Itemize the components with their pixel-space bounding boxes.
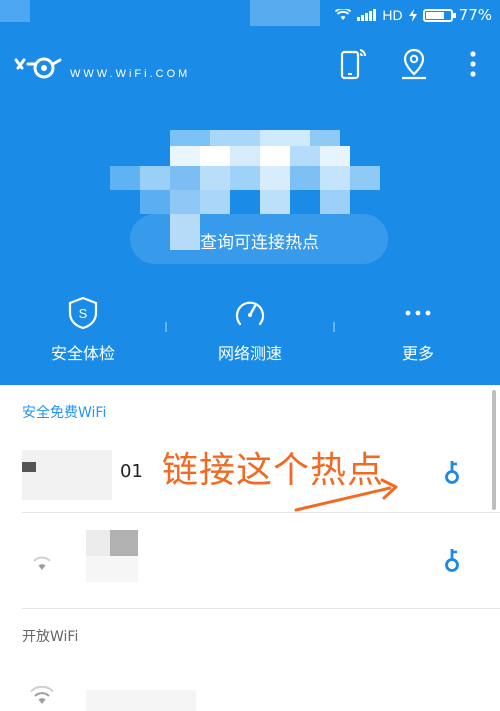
more-button[interactable]: 更多 <box>348 296 488 364</box>
feature-separator <box>333 322 335 332</box>
battery-icon <box>422 8 456 22</box>
open-wifi-section-title: 开放WiFi <box>22 629 79 645</box>
speedometer-icon <box>235 301 265 326</box>
blurred-ssid <box>110 530 138 556</box>
feature-label: 安全体检 <box>50 344 115 363</box>
app-bar: WWW.WiFi.COM <box>0 42 500 92</box>
status-bar: HD 77% <box>0 0 500 30</box>
scrollbar[interactable] <box>492 390 496 510</box>
blurred-ssid <box>22 450 112 500</box>
wifi-signal-fragment <box>22 462 36 472</box>
wifi-key-logo-icon <box>14 57 62 79</box>
more-horizontal-icon <box>405 310 431 316</box>
annotation-arrow-icon <box>294 478 398 512</box>
cell-signal-icon <box>357 9 377 21</box>
wifi-signal-icon <box>33 556 51 570</box>
status-blur <box>250 0 320 26</box>
network-type: HD <box>382 7 403 23</box>
app-domain: WWW.WiFi.COM <box>70 68 191 80</box>
list-divider <box>22 512 500 513</box>
key-icon[interactable] <box>442 459 462 485</box>
feature-separator <box>165 322 167 332</box>
wifi-ssid-fragment: 01 <box>120 461 143 482</box>
battery-percent: 77% <box>458 6 492 24</box>
wifi-signal-icon <box>30 686 54 704</box>
feature-label: 更多 <box>401 344 434 363</box>
secure-wifi-section-title: 安全免费WiFi <box>22 405 107 421</box>
feature-label: 网络测速 <box>217 344 282 363</box>
location-pin-icon[interactable] <box>399 46 429 82</box>
phone-signal-icon[interactable] <box>339 46 369 82</box>
charging-icon <box>408 8 417 22</box>
svg-text:S: S <box>79 306 88 321</box>
blurred-ssid <box>86 556 138 582</box>
wifi-status-icon <box>335 9 352 20</box>
hotspot-query-label: 查询可连接热点 <box>200 233 319 253</box>
status-right: HD 77% <box>335 6 492 24</box>
header-panel: HD 77% WWW.WiFi.COM 查询可连接热点 S 安全体检 网络测速 … <box>0 0 500 385</box>
status-blur <box>0 0 30 22</box>
shield-s-icon: S <box>68 296 98 330</box>
list-divider <box>22 608 500 609</box>
more-vertical-icon[interactable] <box>458 46 488 82</box>
security-check-button[interactable]: S 安全体检 <box>13 296 153 364</box>
blurred-ssid <box>86 690 196 711</box>
key-icon[interactable] <box>442 547 462 573</box>
battery-fill <box>425 11 444 19</box>
speed-test-button[interactable]: 网络测速 <box>180 296 320 364</box>
